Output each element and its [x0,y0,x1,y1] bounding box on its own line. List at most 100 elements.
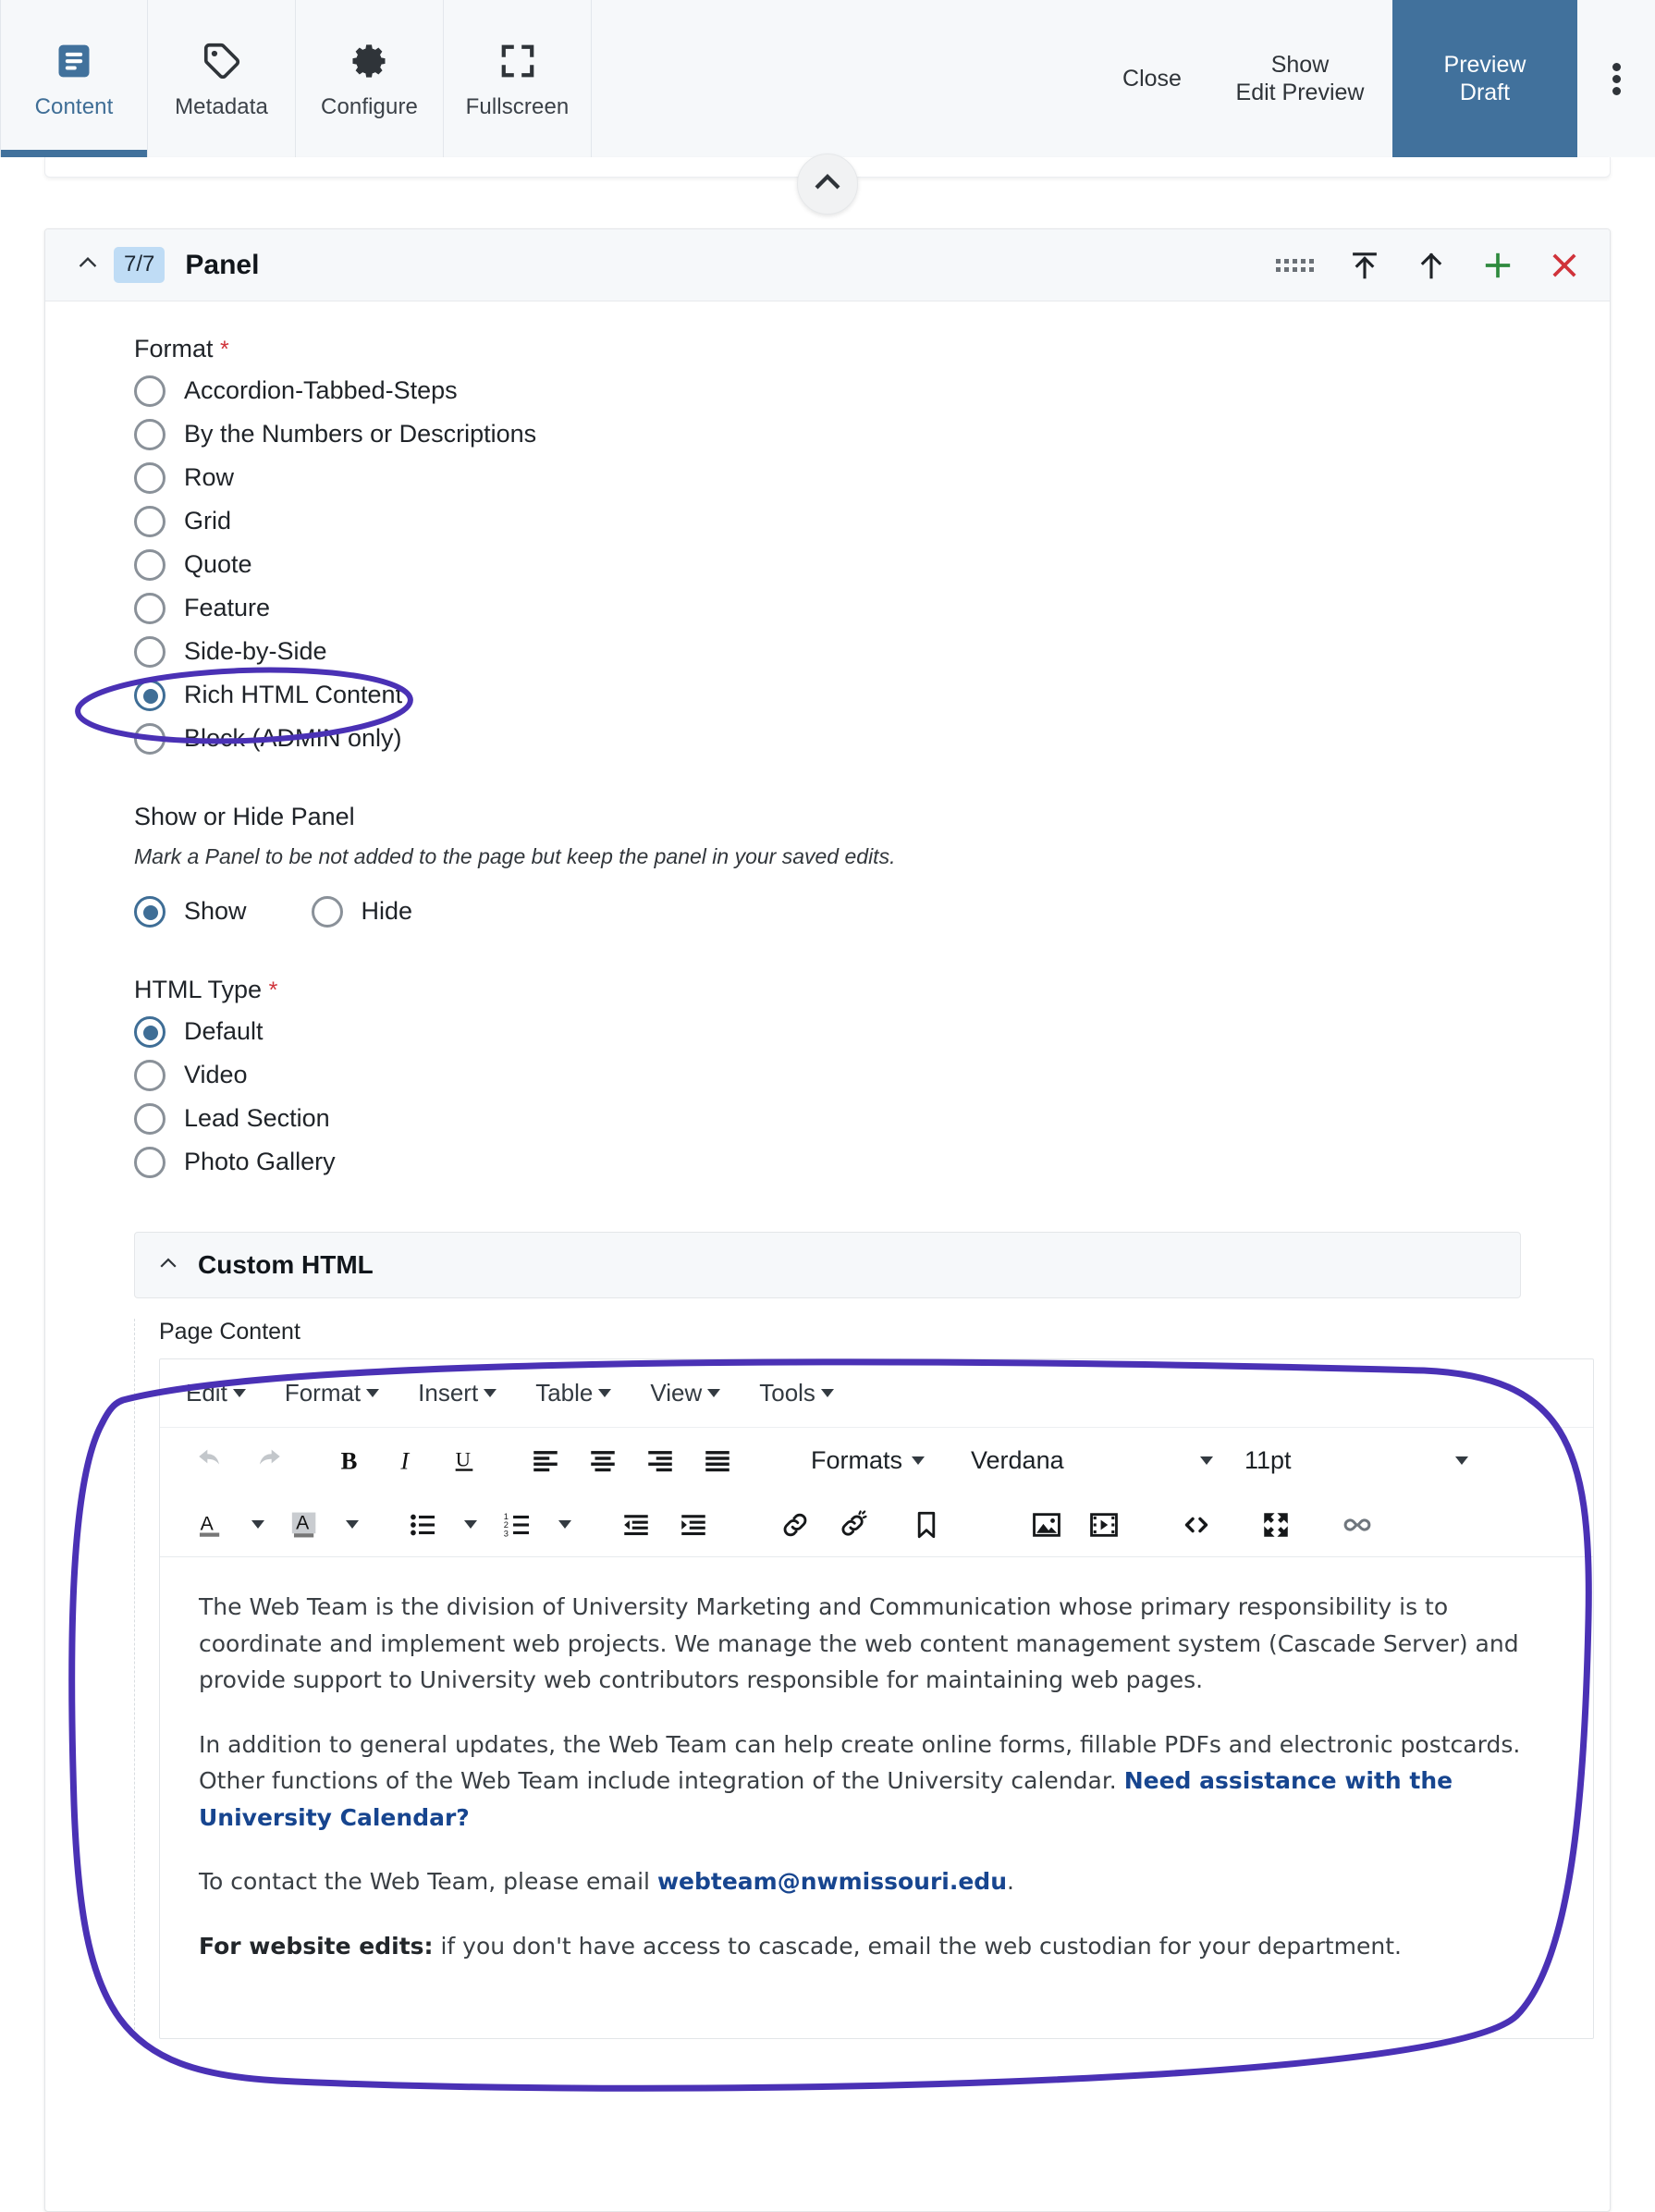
panel-body: Format * Accordion-Tabbed-Steps By the N… [45,301,1610,1184]
radio-icon[interactable] [134,1059,166,1091]
html-type-option-label: Video [184,1061,248,1088]
tab-configure[interactable]: Configure [296,0,444,157]
radio-icon[interactable] [134,635,166,668]
drag-handle-icon[interactable] [1276,258,1314,272]
italic-icon[interactable]: I [378,1434,435,1486]
formats-dropdown[interactable]: Formats [811,1446,926,1475]
rich-text-editor: Edit Format Insert Table View Tools B I … [159,1358,1594,2039]
text-color-chevron-down-icon[interactable] [239,1499,276,1551]
align-left-icon[interactable] [517,1434,574,1486]
font-family-dropdown[interactable]: Verdana [971,1446,1220,1475]
radio-icon[interactable] [134,1015,166,1048]
show-edit-preview-button[interactable]: Show Edit Preview [1208,0,1392,157]
show-hide-option-show[interactable]: Show [134,890,247,933]
menu-format-label: Format [284,1379,362,1407]
infinity-icon[interactable] [1329,1499,1386,1551]
chevron-up-icon[interactable] [157,1252,179,1279]
font-size-value: 11pt [1244,1445,1292,1474]
underline-icon[interactable]: U [435,1434,493,1486]
move-up-icon[interactable] [1416,250,1447,281]
show-hide-option-hide[interactable]: Hide [311,890,412,933]
radio-icon[interactable] [134,1146,166,1178]
html-type-option-label: Default [184,1017,264,1045]
text-color-icon[interactable]: A [182,1499,239,1551]
format-option-accordion-tabbed-steps[interactable]: Accordion-Tabbed-Steps [134,369,1610,412]
kebab-menu-icon[interactable] [1577,0,1655,157]
panel-collapse-caret[interactable] [67,251,108,279]
radio-icon[interactable] [134,592,166,624]
bold-icon[interactable]: B [321,1434,378,1486]
html-type-option-video[interactable]: Video [134,1053,1610,1097]
radio-icon[interactable] [134,722,166,755]
format-option-rich-html-content[interactable]: Rich HTML Content [134,673,1610,717]
remove-panel-icon[interactable] [1549,250,1580,281]
format-option-by-the-numbers[interactable]: By the Numbers or Descriptions [134,412,1610,456]
insert-media-icon[interactable] [1075,1499,1133,1551]
numbered-list-chevron-down-icon[interactable] [546,1499,583,1551]
page-content-field: Page Content Edit Format Insert Table Vi… [134,1319,1594,2039]
radio-icon[interactable] [134,679,166,711]
format-option-block-admin-only[interactable]: Block (ADMIN only) [134,717,1610,760]
source-code-icon[interactable] [1168,1499,1225,1551]
editor-content-area[interactable]: The Web Team is the division of Universi… [160,1557,1593,2038]
menu-edit[interactable]: Edit [186,1379,246,1407]
format-option-row[interactable]: Row [134,456,1610,499]
format-option-quote[interactable]: Quote [134,543,1610,586]
bullet-list-chevron-down-icon[interactable] [452,1499,489,1551]
panel-index-badge: 7/7 [114,247,166,283]
background-color-icon[interactable]: A [276,1499,334,1551]
radio-icon[interactable] [134,375,166,407]
html-type-option-lead-section[interactable]: Lead Section [134,1097,1610,1140]
collapse-toolbar-button[interactable] [797,154,858,215]
radio-icon[interactable] [311,895,343,928]
fullscreen-icon[interactable] [1247,1499,1305,1551]
menu-tools[interactable]: Tools [759,1379,834,1407]
background-color-chevron-down-icon[interactable] [334,1499,371,1551]
radio-icon[interactable] [134,548,166,581]
tab-metadata[interactable]: Metadata [148,0,296,157]
chevron-down-icon [820,1389,834,1397]
move-to-top-icon[interactable] [1349,250,1380,281]
radio-icon[interactable] [134,895,166,928]
align-justify-icon[interactable] [689,1434,746,1486]
tab-fullscreen[interactable]: Fullscreen [444,0,592,157]
radio-icon[interactable] [134,461,166,494]
panel-card: 7/7 Panel Format * Accordion-Tabbed-Step… [44,228,1611,2212]
radio-icon[interactable] [134,418,166,450]
undo-icon[interactable] [182,1434,239,1486]
menu-format[interactable]: Format [284,1379,380,1407]
insert-image-icon[interactable] [1018,1499,1075,1551]
format-option-label: Side-by-Side [184,637,327,665]
format-option-side-by-side[interactable]: Side-by-Side [134,630,1610,673]
numbered-list-icon[interactable]: 123 [489,1499,546,1551]
html-type-option-default[interactable]: Default [134,1010,1610,1053]
menu-view[interactable]: View [650,1379,721,1407]
insert-link-icon[interactable] [766,1499,824,1551]
page-title: Panel [185,249,260,280]
indent-icon[interactable] [665,1499,722,1551]
html-type-option-photo-gallery[interactable]: Photo Gallery [134,1140,1610,1184]
redo-icon[interactable] [239,1434,297,1486]
remove-link-icon[interactable] [824,1499,881,1551]
menu-table[interactable]: Table [535,1379,612,1407]
align-center-icon[interactable] [574,1434,631,1486]
webteam-email-link[interactable]: webteam@nwmissouri.edu [657,1868,1007,1895]
menu-insert[interactable]: Insert [418,1379,497,1407]
format-option-feature[interactable]: Feature [134,586,1610,630]
font-size-dropdown[interactable]: 11pt [1244,1446,1476,1475]
tab-content[interactable]: Content [0,0,148,157]
outdent-icon[interactable] [607,1499,665,1551]
format-option-grid[interactable]: Grid [134,499,1610,543]
align-right-icon[interactable] [631,1434,689,1486]
chevron-down-icon [912,1456,926,1465]
add-panel-icon[interactable] [1482,250,1514,281]
custom-html-section-header[interactable]: Custom HTML [134,1232,1521,1298]
anchor-icon[interactable] [898,1499,955,1551]
bullet-list-icon[interactable] [395,1499,452,1551]
radio-icon[interactable] [134,505,166,537]
radio-icon[interactable] [134,1102,166,1135]
preview-draft-button[interactable]: Preview Draft [1392,0,1577,157]
gear-icon [349,37,390,85]
close-button[interactable]: Close [1097,0,1208,157]
